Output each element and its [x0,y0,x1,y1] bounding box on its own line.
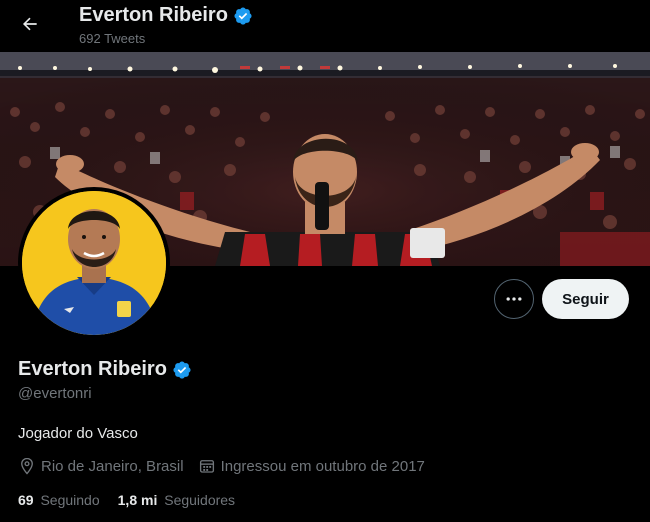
arrow-left-icon [22,17,37,31]
calendar-icon [199,460,214,473]
back-button[interactable] [12,6,48,42]
profile-avatar[interactable] [18,187,170,339]
profile-display-name: Everton Ribeiro [18,358,167,380]
profile-meta: Rio de Janeiro, Brasil Ingressou em outu… [18,457,439,475]
tweet-count: 692 Tweets [79,31,146,46]
joined-text: Ingressou em outubro de 2017 [220,457,425,475]
followers-link[interactable]: 1,8 mi Seguidores [118,492,235,508]
avatar-artwork [22,191,166,335]
verified-badge-icon [234,6,252,25]
more-options-button[interactable] [494,279,534,319]
header-title: Everton Ribeiro [79,4,253,27]
following-count: 69 [18,492,34,508]
profile-top-bar: Everton Ribeiro 692 Tweets [0,0,650,52]
followers-count: 1,8 mi [117,492,158,508]
more-horizontal-icon [506,297,522,301]
verified-badge-icon[interactable] [172,360,192,380]
joined-item: Ingressou em outubro de 2017 [198,457,425,475]
location-pin-icon [21,457,33,475]
location-text: Rio de Janeiro, Brasil [41,457,184,475]
following-label: Seguindo [40,492,100,508]
location-item: Rio de Janeiro, Brasil [18,457,184,475]
header-name: Everton Ribeiro [79,4,228,26]
profile-stats: 69 Seguindo 1,8 mi Seguidores [18,492,253,508]
follow-button[interactable]: Seguir [542,279,629,319]
followers-label: Seguidores [164,492,236,508]
profile-bio: Jogador do Vasco [18,425,138,442]
avatar-image [22,191,166,335]
profile-handle: @evertonri [18,385,92,402]
following-link[interactable]: 69 Seguindo [18,492,100,508]
profile-name-row: Everton Ribeiro [18,358,192,381]
